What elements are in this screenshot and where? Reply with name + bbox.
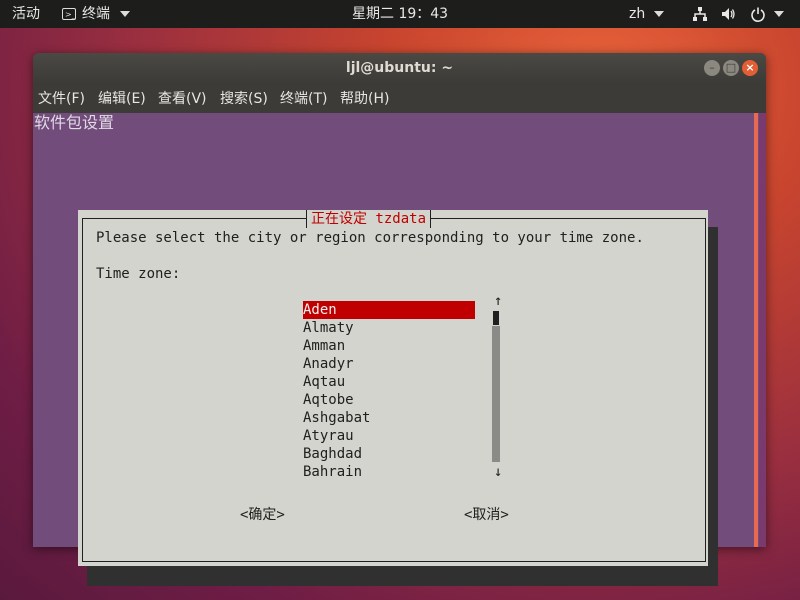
timezone-option[interactable]: Atyrau — [303, 427, 475, 445]
terminal-header: 软件包设置 — [34, 113, 115, 132]
timezone-option[interactable]: Bahrain — [303, 463, 475, 481]
power-menu[interactable] — [750, 0, 785, 28]
scroll-up-arrow-icon[interactable]: ↑ — [494, 292, 502, 310]
app-name: 终端 — [82, 6, 110, 22]
menu-help[interactable]: 帮助(H) — [340, 87, 389, 111]
timezone-option[interactable]: Ashgabat — [303, 409, 475, 427]
top-panel: 活动 >_ 终端 星期二 19：43 zh — [0, 0, 800, 28]
window-titlebar[interactable]: ljl@ubuntu: ~ – □ × — [33, 53, 766, 83]
menu-edit[interactable]: 编辑(E) — [98, 87, 146, 111]
terminal-edge — [759, 113, 766, 547]
close-button[interactable]: × — [742, 60, 758, 76]
timezone-option[interactable]: Baghdad — [303, 445, 475, 463]
menu-terminal[interactable]: 终端(T) — [280, 87, 327, 111]
timezone-option[interactable]: Aqtobe — [303, 391, 475, 409]
window-title: ljl@ubuntu: ~ — [345, 60, 454, 76]
chevron-down-icon — [774, 11, 785, 17]
tzdata-dialog: 正在设定 tzdata Please select the city or re… — [78, 210, 708, 566]
dialog-prompt: Please select the city or region corresp… — [96, 230, 644, 246]
scroll-down-arrow-icon[interactable]: ↓ — [494, 463, 502, 481]
timezone-option[interactable]: Amman — [303, 337, 475, 355]
menu-bar: 文件(F) 编辑(E) 查看(V) 搜索(S) 终端(T) 帮助(H) — [33, 87, 766, 111]
timezone-option[interactable]: Aqtau — [303, 373, 475, 391]
timezone-option[interactable]: Anadyr — [303, 355, 475, 373]
volume-icon[interactable] — [720, 0, 736, 28]
maximize-button[interactable]: □ — [723, 60, 739, 76]
cancel-button[interactable]: <取消> — [464, 506, 509, 524]
timezone-label: Time zone: — [96, 266, 181, 282]
network-icon[interactable] — [692, 0, 708, 28]
input-method-menu[interactable]: zh — [629, 0, 664, 28]
language-indicator: zh — [629, 6, 646, 22]
minimize-button[interactable]: – — [704, 60, 720, 76]
chevron-down-icon — [120, 11, 130, 17]
terminal-edge — [754, 113, 758, 547]
menu-file[interactable]: 文件(F) — [38, 87, 85, 111]
activities-button[interactable]: 活动 — [12, 0, 40, 28]
ok-button[interactable]: <确定> — [240, 506, 285, 524]
timezone-option[interactable]: Almaty — [303, 319, 475, 337]
scrollbar-thumb[interactable] — [493, 311, 499, 325]
terminal-window: ljl@ubuntu: ~ – □ × 文件(F) 编辑(E) 查看(V) 搜索… — [33, 53, 766, 586]
power-icon — [751, 7, 765, 22]
chevron-down-icon — [653, 11, 664, 17]
terminal-icon: >_ — [62, 8, 76, 20]
app-menu[interactable]: >_ 终端 — [62, 0, 130, 28]
clock[interactable]: 星期二 19：43 — [352, 0, 448, 28]
menu-search[interactable]: 搜索(S) — [220, 87, 268, 111]
timezone-option[interactable]: Aden — [303, 301, 475, 319]
terminal-area[interactable]: 软件包设置 正在设定 tzdata Please select the city… — [33, 113, 766, 586]
menu-view[interactable]: 查看(V) — [158, 87, 207, 111]
dialog-title: 正在设定 tzdata — [306, 210, 432, 228]
scrollbar-track[interactable] — [492, 326, 500, 462]
